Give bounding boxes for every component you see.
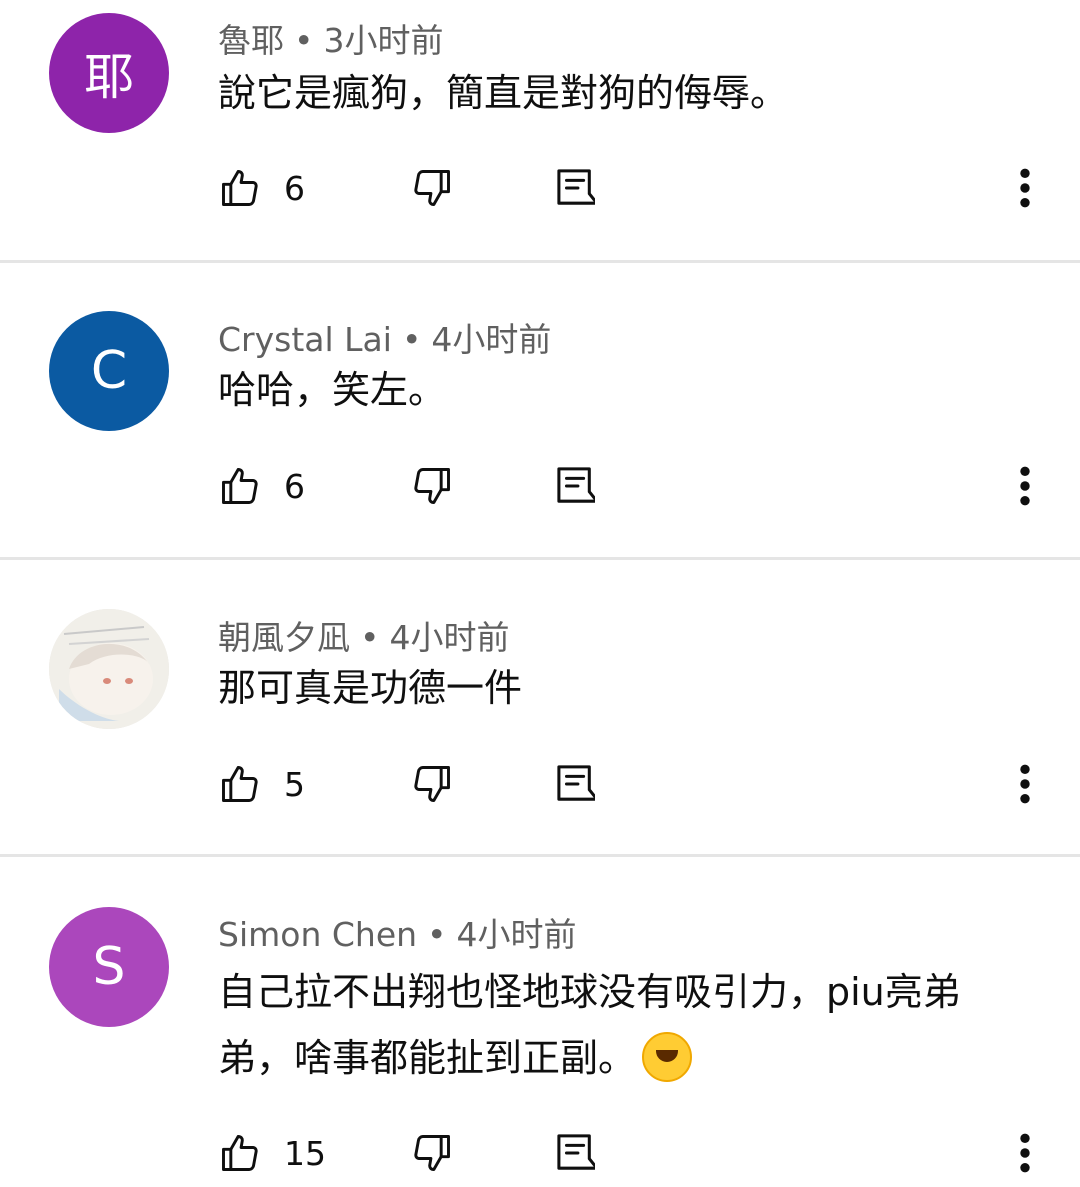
like-count: 5 (284, 764, 305, 804)
reply-button[interactable] (557, 456, 595, 516)
reply-comment-icon (557, 1134, 595, 1170)
more-vert-icon (1020, 764, 1030, 804)
separator: • (294, 21, 314, 60)
thumb-up-icon (222, 766, 258, 802)
dislike-button[interactable] (410, 158, 454, 218)
more-options-button[interactable] (1010, 1123, 1040, 1183)
comment-meta: Crystal Lai • 4小时前 (218, 313, 551, 361)
like-count: 6 (284, 168, 305, 208)
comment-text: 自己拉不出翔也怪地球没有吸引力，piu亮弟 弟，啥事都能扯到正副。 (218, 961, 1048, 1089)
anime-avatar-icon (49, 609, 169, 729)
comment-text-line: 弟，啥事都能扯到正副。 (218, 1027, 1048, 1089)
author-name[interactable]: 朝風夕凪 (218, 618, 350, 657)
timestamp: 4小时前 (431, 320, 552, 359)
comment: 耶 魯耶 • 3小时前 說它是瘋狗，簡直是對狗的侮辱。 6 (0, 0, 1080, 262)
comment-actions: 5 (0, 754, 1080, 814)
more-vert-icon (1020, 1133, 1030, 1173)
author-name[interactable]: 魯耶 (218, 21, 284, 60)
timestamp: 4小时前 (456, 915, 577, 954)
like-button[interactable]: 6 (218, 456, 305, 516)
comment-meta: 魯耶 • 3小时前 (218, 14, 443, 62)
rolling-on-floor-laughing-emoji (642, 1031, 693, 1082)
comment-meta: 朝風夕凪 • 4小时前 (218, 611, 509, 659)
timestamp: 4小时前 (389, 618, 510, 657)
like-button[interactable]: 6 (218, 158, 305, 218)
thumb-up-icon (222, 468, 258, 504)
comment-text-line: 自己拉不出翔也怪地球没有吸引力，piu亮弟 (218, 970, 961, 1014)
dislike-button[interactable] (410, 754, 454, 814)
avatar[interactable]: C (49, 311, 169, 431)
thumb-down-icon (414, 766, 450, 802)
like-button[interactable]: 5 (218, 754, 305, 814)
thumb-up-icon (222, 170, 258, 206)
reply-button[interactable] (557, 754, 595, 814)
like-count: 6 (284, 466, 305, 506)
avatar-letter: 耶 (84, 48, 134, 106)
thumb-down-icon (414, 1135, 450, 1171)
comment-text: 那可真是功德一件 (218, 666, 523, 710)
avatar[interactable] (49, 609, 169, 729)
more-vert-icon (1020, 168, 1030, 208)
comment-text: 說它是瘋狗，簡直是對狗的侮辱。 (218, 71, 789, 115)
author-name[interactable]: Simon Chen (218, 915, 417, 954)
avatar-letter: C (90, 341, 128, 401)
comment-actions: 6 (0, 456, 1080, 516)
comment-text-line-2: 弟，啥事都能扯到正副。 (218, 1036, 637, 1080)
separator: • (360, 618, 380, 657)
avatar-letter: S (92, 937, 126, 997)
thumb-down-icon (414, 170, 450, 206)
reply-comment-icon (557, 169, 595, 205)
dislike-button[interactable] (410, 1123, 454, 1183)
reply-comment-icon (557, 467, 595, 503)
timestamp: 3小时前 (323, 21, 444, 60)
more-options-button[interactable] (1010, 456, 1040, 516)
comment: C Crystal Lai • 4小时前 哈哈，笑左。 6 (0, 263, 1080, 558)
separator: • (401, 320, 422, 359)
reply-button[interactable] (557, 158, 595, 218)
dislike-button[interactable] (410, 456, 454, 516)
thumb-up-icon (222, 1135, 258, 1171)
more-vert-icon (1020, 466, 1030, 506)
reply-comment-icon (557, 765, 595, 801)
separator: • (427, 915, 447, 954)
comment: 朝風夕凪 • 4小时前 那可真是功德一件 5 (0, 560, 1080, 855)
reply-button[interactable] (557, 1123, 595, 1183)
like-count: 15 (284, 1133, 326, 1173)
more-options-button[interactable] (1010, 754, 1040, 814)
avatar[interactable]: 耶 (49, 13, 169, 133)
comment-text: 哈哈，笑左。 (218, 368, 447, 412)
comment-meta: Simon Chen • 4小时前 (218, 908, 577, 956)
comment: S Simon Chen • 4小时前 自己拉不出翔也怪地球没有吸引力，piu亮弟 … (0, 857, 1080, 1187)
like-button[interactable]: 15 (218, 1123, 326, 1183)
author-name[interactable]: Crystal Lai (218, 320, 392, 359)
comment-actions: 6 (0, 158, 1080, 218)
avatar[interactable]: S (49, 907, 169, 1027)
more-options-button[interactable] (1010, 158, 1040, 218)
comment-actions: 15 (0, 1123, 1080, 1183)
thumb-down-icon (414, 468, 450, 504)
